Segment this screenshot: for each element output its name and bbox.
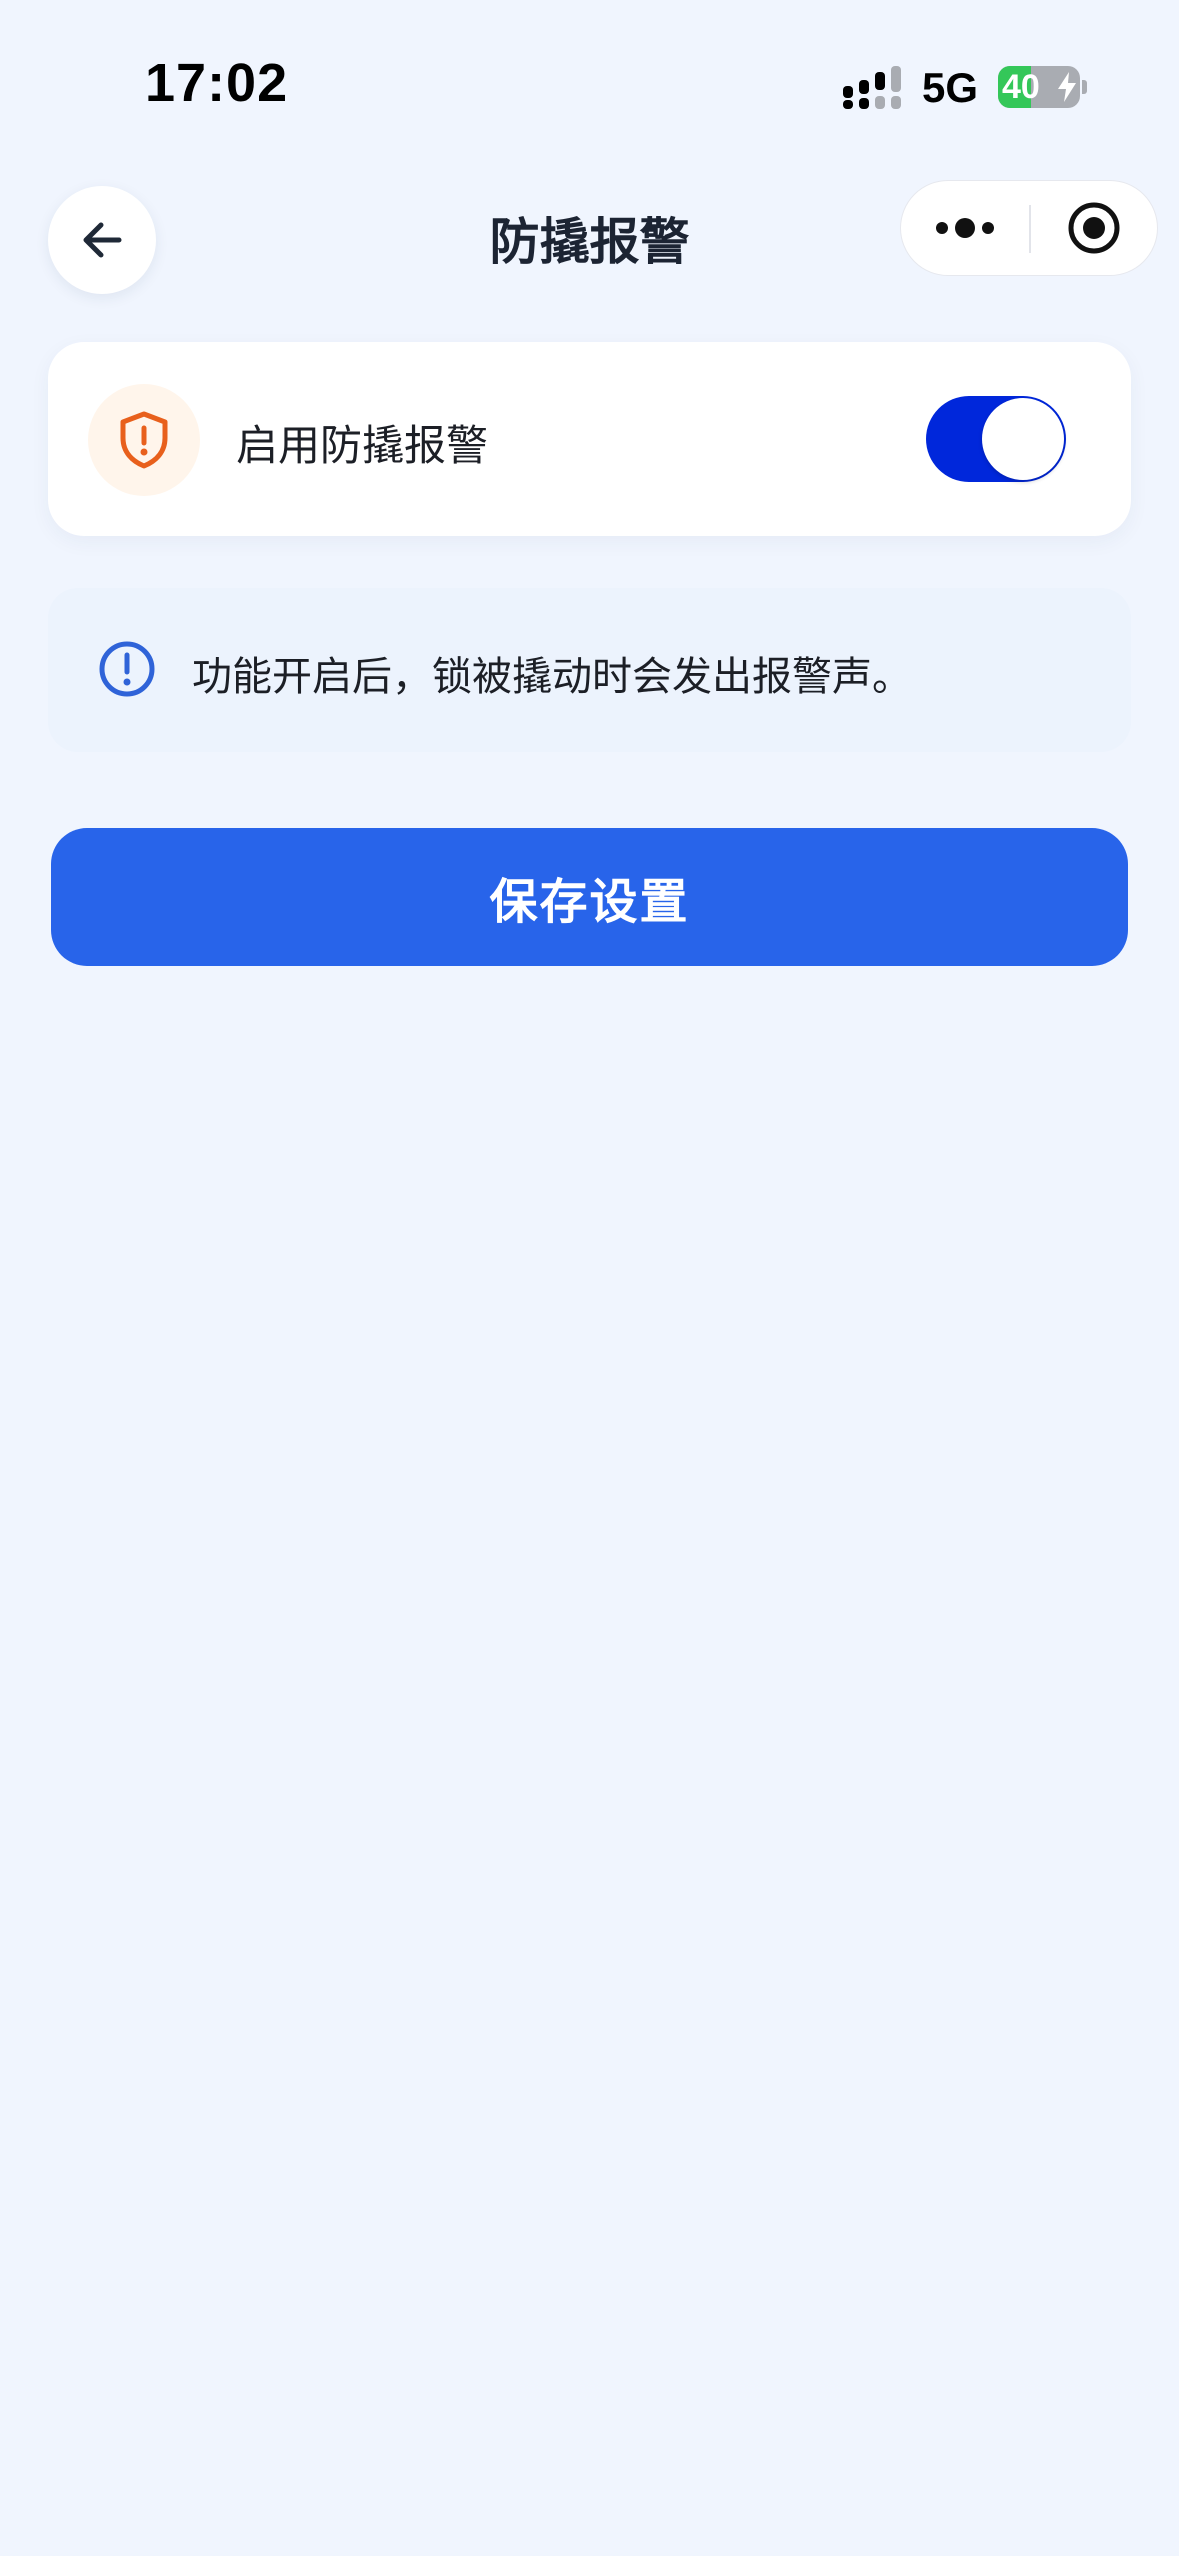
- save-button[interactable]: 保存设置: [51, 828, 1128, 966]
- info-text: 功能开启后，锁被撬动时会发出报警声。: [192, 654, 912, 700]
- network-type: 5G: [922, 64, 979, 111]
- cellular-signal-icon: [843, 66, 901, 109]
- info-notice: 功能开启后，锁被撬动时会发出报警声。: [48, 588, 1131, 752]
- alarm-enable-switch[interactable]: [926, 396, 1066, 482]
- status-time: 17:02: [145, 53, 289, 113]
- battery-indicator: 40: [998, 66, 1080, 108]
- alarm-toggle-label: 启用防撬报警: [236, 421, 489, 470]
- lightning-bolt-icon: [1058, 72, 1076, 102]
- more-button[interactable]: [901, 181, 1029, 275]
- more-dots-icon: [936, 218, 994, 238]
- close-miniprogram-button[interactable]: [1031, 181, 1157, 275]
- miniprogram-capsule: [900, 180, 1158, 276]
- shield-badge: [88, 384, 200, 496]
- battery-cap: [1082, 80, 1087, 94]
- info-circle-icon: [99, 641, 155, 697]
- status-bar: 17:02 5G 40: [0, 0, 1179, 150]
- switch-knob: [982, 398, 1064, 480]
- battery-level: 40: [1002, 68, 1040, 106]
- target-circle-icon: [1068, 202, 1120, 254]
- shield-alert-icon: [120, 411, 168, 469]
- anti-pry-alarm-card: 启用防撬报警: [48, 342, 1131, 536]
